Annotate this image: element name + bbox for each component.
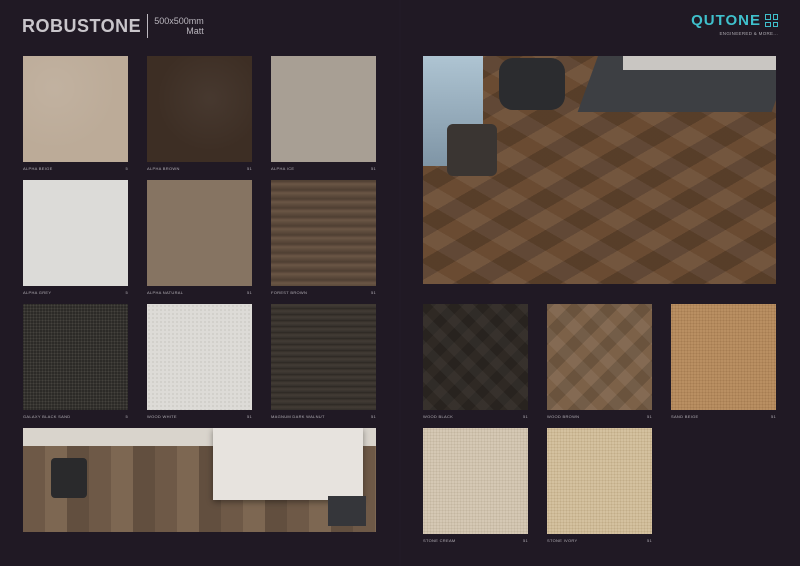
tile-swatch xyxy=(547,304,652,410)
tile-swatch xyxy=(547,428,652,534)
tile-swatch xyxy=(423,428,528,534)
tile-caption: STONE IVORY 51 xyxy=(547,537,652,543)
tile-caption: WOOD BLACK 51 xyxy=(423,413,528,419)
tile-swatch xyxy=(23,180,128,286)
catalog-spread: ROBUSTONE 500x500mm Matt QUTONE ENGINEER… xyxy=(0,0,800,566)
tile-swatch xyxy=(271,180,376,286)
tile-caption: GALAXY BLACK SAND 5 xyxy=(23,413,128,419)
brand-separator xyxy=(147,14,149,38)
robustone-header: ROBUSTONE 500x500mm Matt xyxy=(22,12,204,40)
page-fold xyxy=(399,0,401,566)
logo-tagline: ENGINEERED & MORE... xyxy=(719,31,778,36)
tile-swatch xyxy=(147,180,252,286)
room-sofa xyxy=(213,428,363,500)
brand-name: ROBUSTONE xyxy=(22,15,142,36)
tile-caption: MAGNUM DARK WALNUT 51 xyxy=(271,413,376,419)
room-photo-living xyxy=(23,428,376,532)
tile-caption: ALPHA NATURAL 51 xyxy=(147,289,252,295)
tile-swatch xyxy=(271,56,376,162)
room-sofa xyxy=(623,56,776,70)
room-side-table xyxy=(447,124,497,176)
tile-caption: STONE CREAM 51 xyxy=(423,537,528,543)
tile-caption: WOOD WHITE 51 xyxy=(147,413,252,419)
tile-size: 500x500mm xyxy=(154,16,204,26)
tile-caption: WOOD BROWN 51 xyxy=(547,413,652,419)
tile-caption: ALPHA GREY 5 xyxy=(23,289,128,295)
room-chair xyxy=(51,458,87,498)
qutone-logo: QUTONE ENGINEERED & MORE... xyxy=(668,12,778,42)
brand-spec: 500x500mm Matt xyxy=(154,16,204,36)
tile-caption: ALPHA ICE 51 xyxy=(271,165,376,171)
tile-caption: SAND BEIGE 51 xyxy=(671,413,776,419)
tile-swatch xyxy=(147,304,252,410)
tile-swatch xyxy=(23,56,128,162)
tile-caption: FOREST BROWN 51 xyxy=(271,289,376,295)
logo-grid-icon xyxy=(765,14,778,27)
room-photo-parquet xyxy=(423,56,776,284)
room-ottoman xyxy=(328,496,366,526)
tile-swatch xyxy=(671,304,776,410)
tile-swatch xyxy=(423,304,528,410)
tile-caption: ALPHA BEIGE 5 xyxy=(23,165,128,171)
logo-name: QUTONE xyxy=(691,12,761,29)
tile-swatch xyxy=(271,304,376,410)
tile-finish: Matt xyxy=(186,26,204,36)
tile-swatch xyxy=(23,304,128,410)
room-armchair xyxy=(499,58,565,110)
tile-caption: ALPHA BROWN 51 xyxy=(147,165,252,171)
tile-swatch xyxy=(147,56,252,162)
